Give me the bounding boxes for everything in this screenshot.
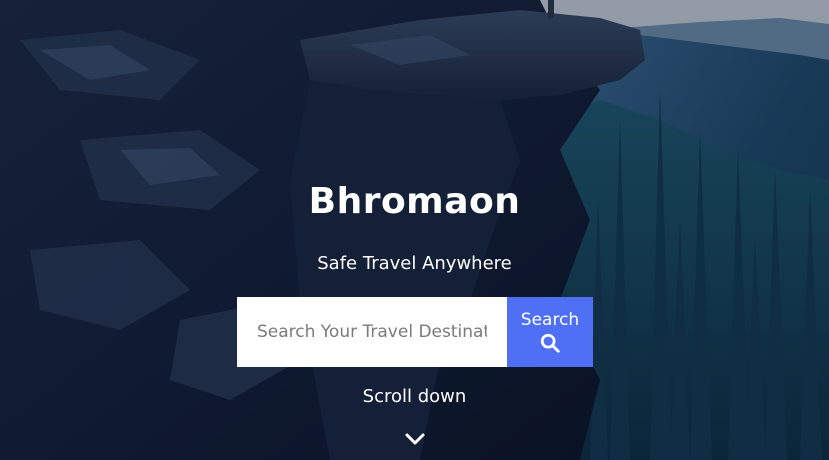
chevron-down-icon[interactable] (404, 430, 426, 448)
search-button-label: Search (520, 310, 580, 330)
search-button[interactable]: Search (507, 297, 593, 367)
hero-content: Bhromaon Safe Travel Anywhere Search Scr… (0, 0, 829, 460)
tagline: Safe Travel Anywhere (317, 253, 512, 274)
hero-section: Bhromaon Safe Travel Anywhere Search Scr… (0, 0, 829, 460)
search-form: Search (237, 297, 593, 367)
search-input[interactable] (237, 297, 507, 367)
site-title: Bhromaon (308, 181, 521, 222)
search-icon (540, 333, 560, 353)
scroll-down-link[interactable]: Scroll down (0, 385, 829, 409)
